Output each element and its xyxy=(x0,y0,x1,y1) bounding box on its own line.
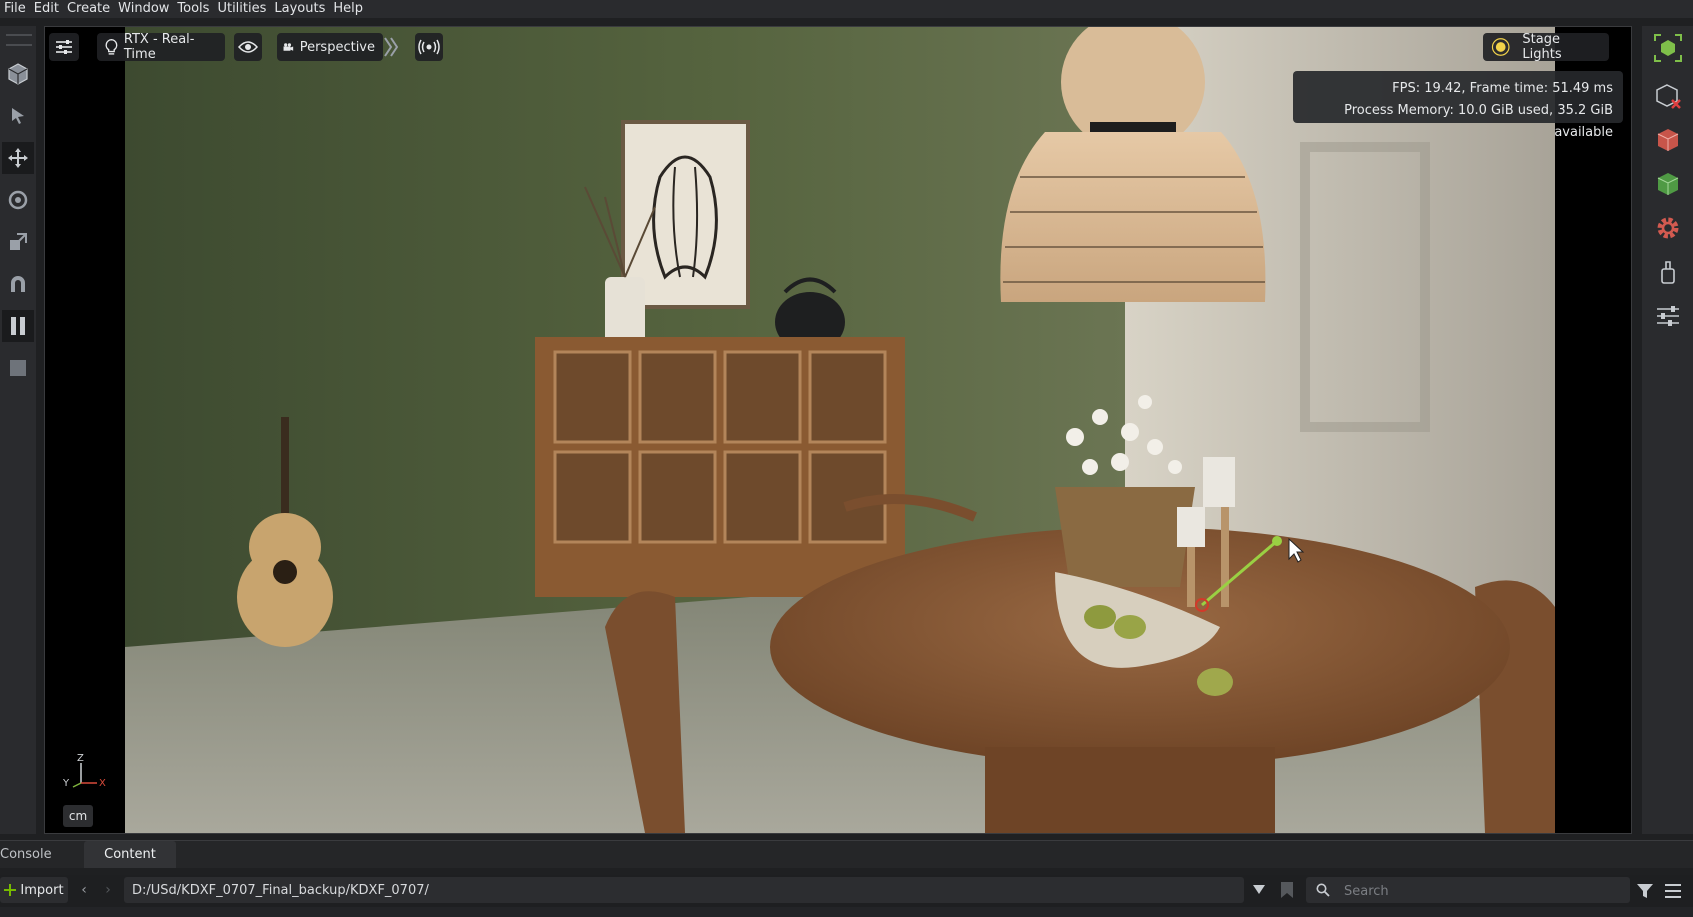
visibility-button[interactable] xyxy=(234,33,262,61)
axis-x-label: X xyxy=(99,778,106,789)
paint-icon xyxy=(1661,261,1675,284)
import-button[interactable]: Import xyxy=(0,877,68,903)
snap-button[interactable] xyxy=(2,268,34,300)
performance-stats: FPS: 19.42, Frame time: 51.49 ms Process… xyxy=(1293,71,1623,140)
broadcast-icon xyxy=(418,39,440,55)
content-path-bar: Import ‹ › D:/USd/KDXF_0707_Final_backup… xyxy=(0,875,1693,907)
axis-gizmo: Z Y X xyxy=(61,753,111,793)
paint-button[interactable] xyxy=(1650,254,1686,290)
select-mode-icon xyxy=(8,63,28,85)
snap-magnet-icon xyxy=(11,276,25,292)
cursor-select-button[interactable] xyxy=(2,100,34,132)
renderer-label: RTX - Real-Time xyxy=(123,32,195,62)
pause-icon xyxy=(11,317,25,335)
menu-layouts[interactable]: Layouts xyxy=(270,0,329,18)
bottom-tab-bar: Console Content xyxy=(0,840,1693,868)
right-toolbar xyxy=(1642,26,1693,834)
menu-help[interactable]: Help xyxy=(329,0,367,18)
viewport-layout-button[interactable] xyxy=(1650,30,1686,66)
rotate-icon xyxy=(8,190,28,210)
red-cube-icon xyxy=(1657,129,1679,151)
select-mode-button[interactable] xyxy=(2,58,34,90)
double-chevron-right-icon xyxy=(384,37,398,57)
bookmark-icon[interactable] xyxy=(1280,881,1294,899)
menu-bar: File Edit Create Window Tools Utilities … xyxy=(0,0,1693,18)
left-toolbar xyxy=(0,26,36,834)
plus-icon xyxy=(4,884,17,896)
settings-button[interactable] xyxy=(1650,298,1686,334)
rotate-button[interactable] xyxy=(2,184,34,216)
menu-utilities[interactable]: Utilities xyxy=(213,0,270,18)
lights-dropdown[interactable]: Stage Lights xyxy=(1483,32,1609,62)
forward-arrow-icon[interactable]: › xyxy=(100,881,116,899)
search-icon xyxy=(1316,883,1330,897)
fps-readout: FPS: 19.42, Frame time: 51.49 ms xyxy=(1392,81,1613,96)
scale-button[interactable] xyxy=(2,226,34,258)
viewport-toolbar: RTX - Real-Time Perspective Stage Lights xyxy=(45,27,1631,67)
red-cube-button[interactable] xyxy=(1650,122,1686,158)
memory-readout: Process Memory: 10.0 GiB used, 35.2 GiB … xyxy=(1344,103,1613,140)
eye-icon xyxy=(238,41,258,53)
renderer-dropdown[interactable]: RTX - Real-Time xyxy=(97,32,225,62)
gear-button[interactable] xyxy=(1650,210,1686,246)
tab-content[interactable]: Content xyxy=(84,841,176,868)
rendered-scene[interactable] xyxy=(45,27,1631,833)
scale-icon xyxy=(10,233,27,250)
camera-icon xyxy=(283,43,294,51)
menu-window[interactable]: Window xyxy=(114,0,173,18)
viewport-settings-button[interactable] xyxy=(49,33,79,61)
lightbulb-icon xyxy=(105,38,118,55)
search-field[interactable] xyxy=(1306,877,1630,905)
disable-physics-icon xyxy=(1656,84,1681,109)
green-cube-icon xyxy=(1657,173,1679,195)
unit-badge[interactable]: cm xyxy=(63,805,93,827)
axis-z-label: Z xyxy=(77,753,84,764)
gear-icon xyxy=(1657,217,1679,239)
content-list-strip xyxy=(0,907,1693,917)
camera-expand-button[interactable] xyxy=(383,33,399,61)
menu-file[interactable]: File xyxy=(0,0,30,18)
tab-console[interactable]: Console xyxy=(0,841,80,868)
menu-edit[interactable]: Edit xyxy=(30,0,63,18)
viewport-layout-icon xyxy=(1654,34,1682,62)
pause-button[interactable] xyxy=(2,310,34,342)
lights-label: Stage Lights xyxy=(1522,32,1562,62)
disable-physics-button[interactable] xyxy=(1650,78,1686,114)
toolbar-grip[interactable] xyxy=(6,34,32,46)
chevron-down-icon[interactable] xyxy=(1252,882,1266,896)
broadcast-button[interactable] xyxy=(415,33,443,61)
back-arrow-icon[interactable]: ‹ xyxy=(76,881,92,899)
menu-create[interactable]: Create xyxy=(63,0,114,18)
settings-sliders-icon xyxy=(56,40,72,54)
cursor-select-icon xyxy=(12,108,24,124)
sun-icon xyxy=(1491,38,1510,56)
axis-y-label: Y xyxy=(62,778,70,789)
path-input[interactable]: D:/USd/KDXF_0707_Final_backup/KDXF_0707/ xyxy=(124,877,1244,903)
search-input[interactable] xyxy=(1342,877,1626,905)
camera-dropdown[interactable]: Perspective xyxy=(277,33,383,61)
camera-label: Perspective xyxy=(299,39,375,55)
viewport[interactable]: RTX - Real-Time Perspective Stage Lights… xyxy=(44,26,1632,834)
settings-sliders-icon xyxy=(1657,306,1679,326)
green-cube-button[interactable] xyxy=(1650,166,1686,202)
hamburger-menu-icon[interactable] xyxy=(1664,883,1682,899)
stop-icon xyxy=(10,360,26,376)
move-icon xyxy=(8,148,28,168)
stop-button[interactable] xyxy=(2,352,34,384)
import-label: Import xyxy=(20,882,64,898)
filter-icon[interactable] xyxy=(1636,883,1654,899)
move-button[interactable] xyxy=(2,142,34,174)
menu-tools[interactable]: Tools xyxy=(173,0,213,18)
